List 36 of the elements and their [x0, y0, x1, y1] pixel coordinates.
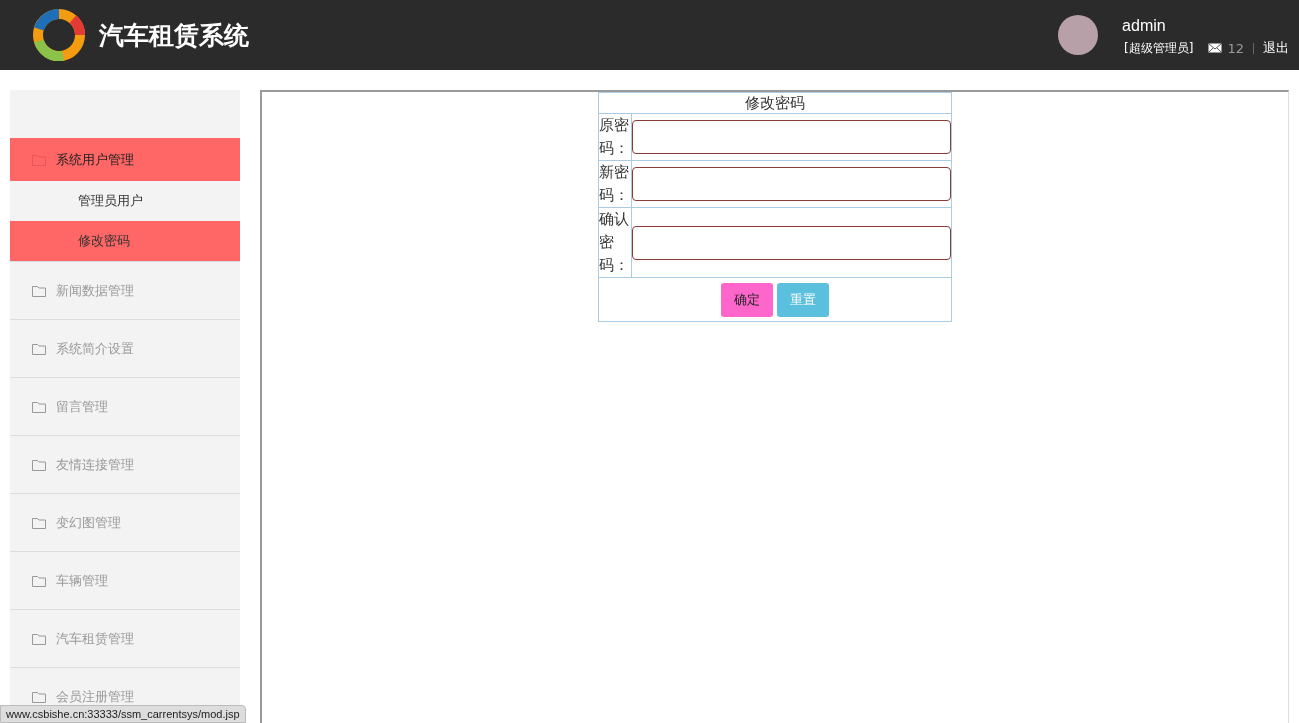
sidebar-item[interactable]: 系统简介设置 [10, 319, 240, 377]
sidebar-subitem[interactable]: 修改密码 [10, 221, 240, 261]
folder-icon [32, 574, 46, 587]
folder-icon [32, 516, 46, 529]
logout-link[interactable]: 退出 [1263, 39, 1289, 57]
status-url: www.csbishe.cn:33333/ssm_carrentsys/mod.jsp [0, 705, 246, 723]
mail-icon[interactable] [1208, 43, 1223, 53]
user-role: [超级管理员] [1124, 39, 1194, 57]
user-name: admin [1122, 17, 1167, 35]
confirm-button[interactable]: 确定 [721, 282, 773, 317]
folder-icon [32, 284, 46, 297]
sidebar-item[interactable]: 汽车租赁管理 [10, 609, 240, 667]
sidebar-item[interactable]: 系统用户管理 [10, 138, 240, 181]
sidebar-item[interactable]: 变幻图管理 [10, 493, 240, 551]
folder-icon [32, 690, 46, 703]
sidebar-item[interactable]: 新闻数据管理 [10, 261, 240, 319]
password-field[interactable] [632, 167, 951, 201]
ring-logo-icon [33, 9, 85, 61]
message-count: 12 [1227, 40, 1244, 56]
app-title: 汽车租赁系统 [99, 19, 249, 52]
form-title: 修改密码 [598, 92, 952, 114]
sidebar-item[interactable]: 留言管理 [10, 377, 240, 435]
field-label: 新密码： [598, 160, 632, 208]
password-field[interactable] [632, 225, 951, 260]
folder-icon [32, 342, 46, 355]
sidebar-item[interactable]: 友情连接管理 [10, 435, 240, 493]
avatar-placeholder [1058, 15, 1099, 55]
folder-icon [32, 400, 46, 413]
field-label: 确认密码： [598, 207, 632, 278]
folder-icon [32, 458, 46, 471]
sidebar-subitem[interactable]: 管理员用户 [10, 181, 240, 221]
password-field[interactable] [632, 120, 951, 154]
folder-icon [32, 632, 46, 645]
reset-button[interactable]: 重置 [777, 282, 829, 317]
field-label: 原密码： [598, 113, 632, 161]
sidebar-item[interactable]: 车辆管理 [10, 551, 240, 609]
